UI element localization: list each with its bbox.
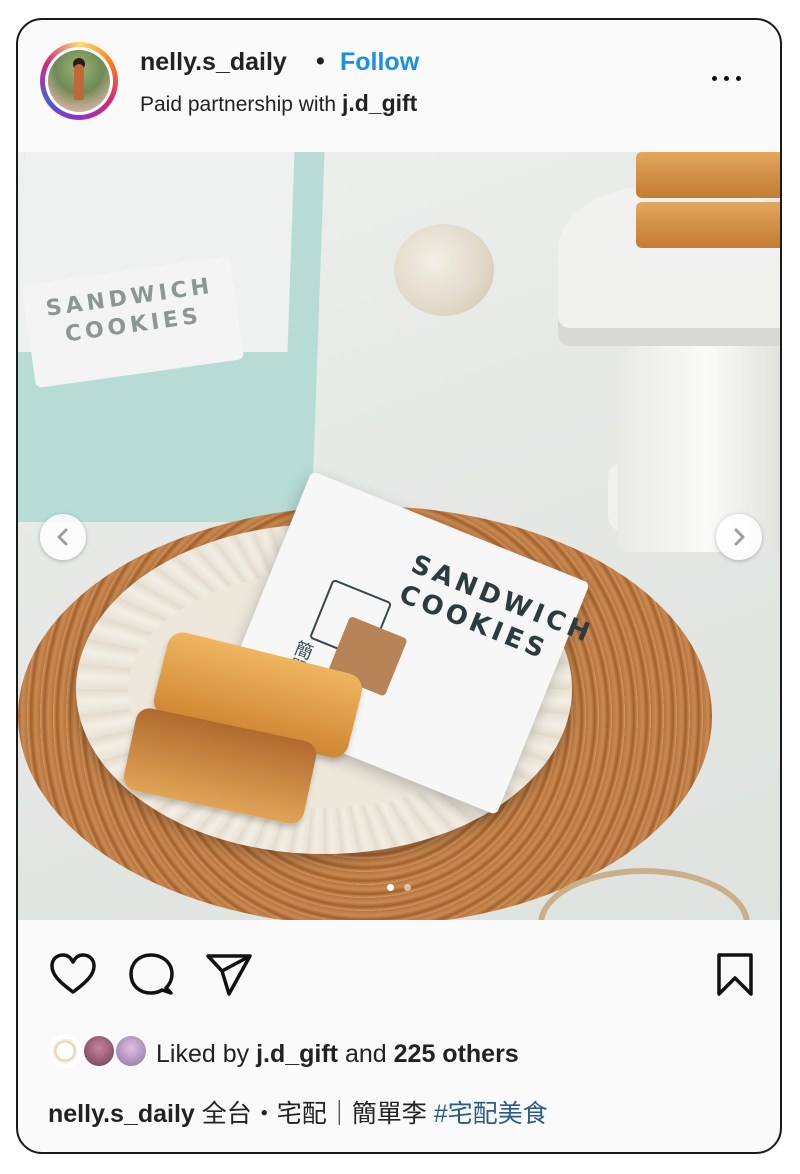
post-image[interactable]: SANDWICH COOKIES SANDWICH COOKIES 簡單李 [18, 152, 780, 920]
partner-username[interactable]: j.d_gift [342, 90, 417, 116]
liked-by-user[interactable]: j.d_gift [256, 1040, 338, 1068]
post-header: nelly.s_daily • Follow Paid partnership … [18, 20, 780, 152]
likes-count[interactable]: 225 others [394, 1040, 519, 1068]
paid-partnership-prefix: Paid partnership with [140, 93, 337, 116]
post-card: nelly.s_daily • Follow Paid partnership … [16, 18, 782, 1154]
carousel-dot [404, 884, 412, 891]
follow-button[interactable]: Follow [340, 48, 419, 77]
action-bar [18, 940, 780, 1020]
avatar [82, 1034, 116, 1068]
cookie-stack [636, 152, 780, 282]
carousel-prev-button[interactable] [40, 514, 86, 560]
paid-partnership-label: Paid partnership with j.d_gift [140, 90, 417, 117]
more-options-icon[interactable] [712, 66, 746, 90]
caption-username[interactable]: nelly.s_daily [48, 1100, 195, 1128]
chevron-left-icon [57, 528, 68, 546]
chevron-right-icon [734, 528, 745, 546]
carousel-indicator [384, 878, 414, 896]
avatar [114, 1034, 148, 1068]
carousel-next-button[interactable] [716, 514, 762, 560]
carousel-dot [387, 884, 394, 891]
caption: nelly.s_daily 全台・宅配｜簡單李 #宅配美食 [48, 1094, 548, 1130]
heart-icon[interactable] [48, 950, 98, 1000]
avatar [48, 50, 110, 112]
author-username[interactable]: nelly.s_daily [140, 48, 287, 77]
avatar [48, 1034, 82, 1068]
share-icon[interactable] [204, 950, 254, 1000]
story-avatar[interactable] [40, 42, 118, 120]
comment-icon[interactable] [126, 950, 176, 1000]
rattan-ball [394, 224, 494, 316]
bookmark-icon[interactable] [710, 950, 760, 1000]
likes-summary: Liked by j.d_gift and 225 others [156, 1040, 519, 1068]
header-separator: • [316, 47, 325, 75]
caption-hashtag[interactable]: #宅配美食 [434, 1100, 548, 1128]
caption-text: 全台・宅配｜簡單李 [201, 1100, 427, 1128]
